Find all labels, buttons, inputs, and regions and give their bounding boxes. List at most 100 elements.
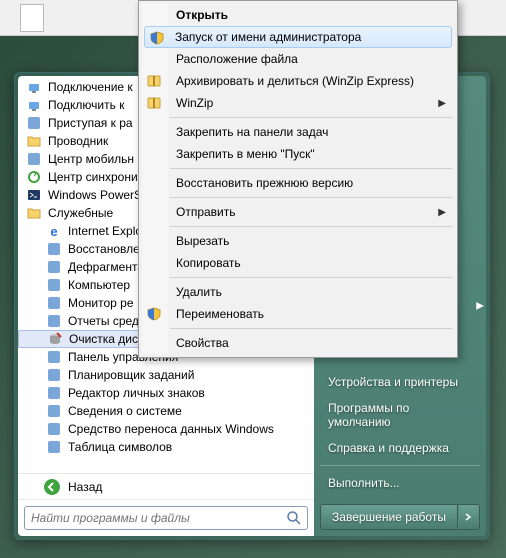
ie-icon: e [46,223,62,239]
program-label: Монитор ре [68,296,134,310]
right-pane-item[interactable]: Программы по умолчанию [320,395,480,435]
program-label: Редактор личных знаков [68,386,205,400]
program-label: Подключение к [48,80,133,94]
charmap-icon [46,439,62,455]
context-menu-item[interactable]: Расположение файла [168,48,454,70]
cpanel-icon [46,349,62,365]
separator [320,465,480,466]
menu-separator [170,117,452,118]
menu-separator [170,328,452,329]
program-label: Служебные [48,206,113,220]
right-pane-item[interactable]: Справка и поддержка [320,435,480,461]
submenu-arrow-icon: ▶ [438,207,446,218]
folder-icon [26,205,42,221]
program-label: Компьютер [68,278,130,292]
context-menu-item[interactable]: Удалить [168,281,454,303]
program-label: Windows PowerS [48,188,142,202]
context-menu-item[interactable]: Запуск от имени администратора [144,26,452,48]
menu-separator [170,197,452,198]
context-menu-item[interactable]: Закрепить на панели задач [168,121,454,143]
computer-icon [46,277,62,293]
menu-separator [170,226,452,227]
report-icon [46,313,62,329]
context-menu-label: Свойства [176,336,229,350]
doc-icon [26,115,42,131]
context-menu-item[interactable]: Вырезать [168,230,454,252]
context-menu-label: Переименовать [176,307,264,321]
restore-icon [46,241,62,257]
context-menu-label: Вырезать [176,234,229,248]
context-menu-label: Архивировать и делиться (WinZip Express) [176,74,414,88]
context-menu-item[interactable]: Копировать [168,252,454,274]
program-label: Центр мобильн [48,152,134,166]
search-row [18,499,314,536]
program-subitem[interactable]: Планировщик заданий [18,366,314,384]
context-menu-item[interactable]: Отправить ▶ [168,201,454,223]
program-label: Подключить к [48,98,124,112]
context-menu-item[interactable]: Восстановить прежнюю версию [168,172,454,194]
program-label: Приступая к ра [48,116,133,130]
context-menu-label: Открыть [176,8,228,22]
submenu-arrow-icon: ▶ [438,98,446,109]
context-menu-item[interactable]: Переименовать [168,303,454,325]
program-subitem[interactable]: Таблица символов [18,438,314,456]
transfer-icon [46,421,62,437]
context-menu-label: Восстановить прежнюю версию [176,176,353,190]
folder-icon [26,133,42,149]
context-menu-label: Запуск от имени администратора [175,30,361,44]
program-label: Центр синхрони [48,170,138,184]
context-menu-item[interactable]: Свойства [168,332,454,354]
shutdown-button[interactable]: Завершение работы [320,504,458,530]
context-menu-label: Закрепить в меню "Пуск" [176,147,315,161]
context-menu-item[interactable]: Открыть [168,4,454,26]
shield [146,306,162,322]
monitor-icon [46,295,62,311]
program-label: Восстановлен [68,242,146,256]
program-label: Сведения о системе [68,404,182,418]
shutdown-group: Завершение работы [320,504,480,530]
program-subitem[interactable]: Редактор личных знаков [18,384,314,402]
context-menu-label: Закрепить на панели задач [176,125,328,139]
right-pane-item[interactable]: Устройства и принтеры [320,369,480,395]
program-label: Средство переноса данных Windows [68,422,274,436]
context-menu-label: Расположение файла [176,52,298,66]
defrag-icon [46,259,62,275]
back-button[interactable]: Назад [18,473,314,499]
shutdown-options-button[interactable] [458,504,480,530]
connection-icon [26,79,42,95]
mobility-icon [26,151,42,167]
shield [149,30,165,46]
search-icon [286,510,302,526]
program-subitem[interactable]: Средство переноса данных Windows [18,420,314,438]
cleanup-icon [47,331,63,347]
program-label: Дефрагмента [68,260,144,274]
right-pane-item[interactable]: Выполнить... [320,470,480,496]
context-menu-item[interactable]: Архивировать и делиться (WinZip Express) [168,70,454,92]
context-menu-label: Копировать [176,256,241,270]
search-input[interactable] [24,506,308,530]
program-label: Очистка диск [69,332,143,346]
context-menu-label: WinZip [176,96,213,110]
program-label: Проводник [48,134,108,148]
program-label: Таблица символов [68,440,172,454]
menu-separator [170,277,452,278]
chars-icon [46,385,62,401]
program-label: Отчеты сред [68,314,139,328]
context-menu: Открыть Запуск от имени администратора Рас… [138,0,458,358]
sync-icon [26,169,42,185]
context-menu-label: Отправить [176,205,236,219]
winzip [146,73,162,89]
context-menu-item[interactable]: WinZip ▶ [168,92,454,114]
menu-separator [170,168,452,169]
program-subitem[interactable]: Сведения о системе [18,402,314,420]
scheduler-icon [46,367,62,383]
back-arrow-icon [44,479,60,495]
context-menu-item[interactable]: Закрепить в меню "Пуск" [168,143,454,165]
connection-icon [26,97,42,113]
winzip [146,95,162,111]
sysinfo-icon [46,403,62,419]
context-menu-label: Удалить [176,285,222,299]
back-label: Назад [68,480,102,494]
flyout-arrow-icon: ▶ [476,301,484,312]
program-label: Планировщик заданий [68,368,194,382]
